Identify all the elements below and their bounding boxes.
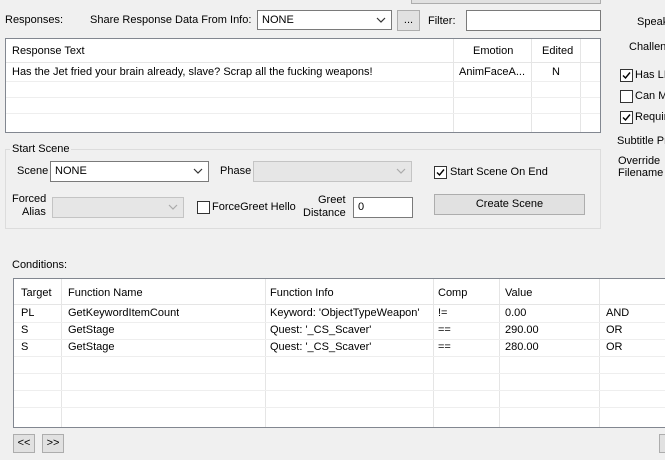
table-row[interactable]: S GetStage Quest: '_CS_Scaver' == 280.00… [14,339,665,356]
start-scene-group-title: Start Scene [10,143,72,156]
value-cell: 0.00 [505,307,527,319]
column-header-emotion[interactable]: Emotion [473,45,513,58]
start-scene-on-end-label[interactable]: Start Scene On End [450,166,548,179]
column-header-comp[interactable]: Comp [438,287,467,300]
can-m-checkbox[interactable] [620,90,633,103]
next-button[interactable]: >> [42,434,64,453]
target-cell: S [21,341,29,353]
subtitle-label: Subtitle Pr [617,135,665,147]
challenge-label: Challeng [629,41,665,53]
phase-combo[interactable] [253,161,412,182]
row-divider [14,356,665,357]
column-divider [580,39,581,132]
column-header-edited[interactable]: Edited [542,45,573,58]
share-response-label: Share Response Data From Info: [90,14,252,26]
column-header-target[interactable]: Target [21,287,52,300]
value-cell: 290.00 [505,324,539,336]
value-cell: 280.00 [505,341,539,353]
speak-label: Speak [637,16,665,28]
ellipsis-button[interactable]: ... [397,10,420,31]
scene-combo[interactable]: NONE [50,161,209,182]
truncated-button[interactable] [659,434,665,453]
chevron-down-icon [376,17,386,23]
greet-distance-input[interactable]: 0 [353,197,413,218]
row-divider [6,97,600,98]
has-li-label[interactable]: Has LI [635,69,665,82]
create-scene-button[interactable]: Create Scene [434,194,585,215]
override-filename-label-line2: Filename [618,167,664,179]
greet-distance-label-line2: Distance [303,207,346,219]
comp-cell: == [438,341,451,353]
row-divider [14,407,665,408]
row-divider [14,373,665,374]
checkmark-icon [622,72,631,80]
emotion-cell: AnimFaceA... [459,66,526,78]
forcegreet-hello-checkbox[interactable] [197,201,210,214]
has-li-checkbox[interactable] [620,69,633,82]
greet-distance-label-line1: Greet [318,194,346,206]
share-response-combo[interactable]: NONE [257,10,392,30]
operator-cell: OR [606,324,623,336]
function-name-cell: GetStage [68,341,115,353]
phase-label: Phase [220,165,252,177]
requir-checkbox[interactable] [620,111,633,124]
chevron-down-icon [193,168,203,174]
function-info-cell: Keyword: 'ObjectTypeWeapon' [270,307,420,319]
target-cell: PL [21,307,35,319]
table-row[interactable]: S GetStage Quest: '_CS_Scaver' == 290.00… [14,322,665,339]
conditions-label: Conditions: [12,259,68,271]
column-header-function-info[interactable]: Function Info [270,287,334,300]
start-scene-on-end-checkbox[interactable] [434,166,447,179]
table-row[interactable]: Has the Jet fried your brain already, sl… [6,63,600,81]
forced-alias-label-line2: Alias [22,206,46,218]
comp-cell: != [438,307,448,319]
previous-button[interactable]: << [13,434,35,453]
checkmark-icon [622,114,631,122]
forced-alias-label-line1: Forced [12,193,47,205]
responses-list[interactable]: Response Text Emotion Edited Has the Jet… [5,38,601,133]
forcegreet-hello-label[interactable]: ForceGreet Hello [212,201,296,214]
column-header-function-name[interactable]: Function Name [68,287,143,300]
scene-value: NONE [55,165,87,177]
comp-cell: == [438,324,451,336]
scene-label: Scene [17,165,49,177]
conditions-list[interactable]: Target Function Name Function Info Comp … [13,278,665,428]
responses-label: Responses: [5,14,64,26]
requir-label[interactable]: Requir [635,111,665,124]
column-divider [453,39,454,132]
function-info-cell: Quest: '_CS_Scaver' [270,324,372,336]
row-divider [14,390,665,391]
chevron-down-icon [396,168,406,174]
column-header-value[interactable]: Value [505,287,532,300]
function-name-cell: GetKeywordItemCount [68,307,180,319]
column-divider [531,39,532,132]
target-cell: S [21,324,29,336]
truncated-top-button[interactable] [411,0,601,4]
response-text-cell: Has the Jet fried your brain already, sl… [12,66,373,78]
forced-alias-combo[interactable] [52,197,184,218]
can-m-label[interactable]: Can M [635,90,665,103]
checkmark-icon [436,169,445,177]
row-divider [6,81,600,82]
table-row[interactable]: PL GetKeywordItemCount Keyword: 'ObjectT… [14,305,665,322]
edited-cell: N [552,66,560,78]
share-response-value: NONE [262,14,294,26]
function-info-cell: Quest: '_CS_Scaver' [270,341,372,353]
chevron-down-icon [168,204,178,210]
filter-label: Filter: [428,15,456,27]
filter-input[interactable] [466,10,601,31]
operator-cell: OR [606,341,623,353]
function-name-cell: GetStage [68,324,115,336]
column-header-response-text[interactable]: Response Text [12,45,85,58]
operator-cell: AND [606,307,630,319]
row-divider [6,113,600,114]
